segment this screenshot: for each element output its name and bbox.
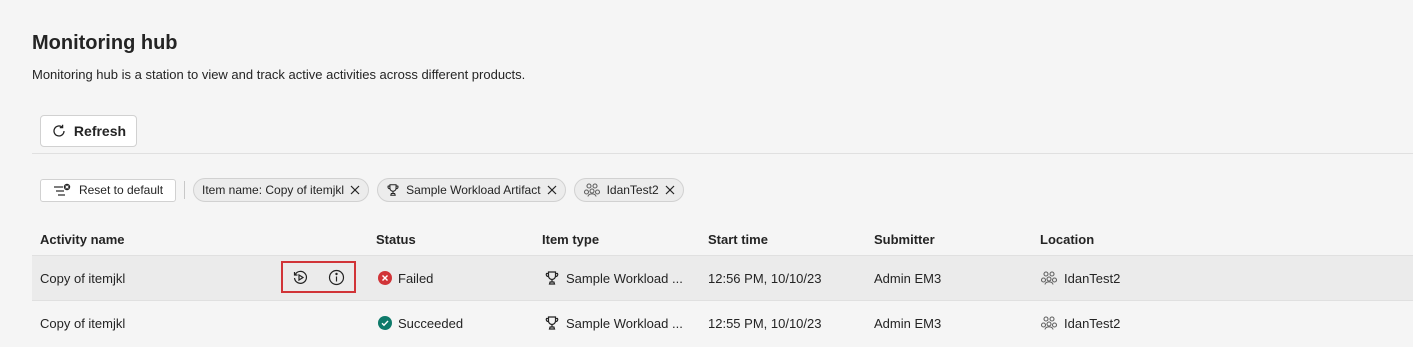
item-type-label: Sample Workload ... <box>566 270 683 286</box>
trophy-icon <box>545 271 559 285</box>
close-icon[interactable] <box>665 185 675 195</box>
table-row[interactable]: Copy of itemjkl Failed Sample Workload .… <box>32 255 1413 300</box>
location-cell[interactable]: IdanTest2 <box>1040 256 1120 300</box>
activity-name-cell[interactable]: Copy of itemjkl <box>40 301 125 345</box>
start-time-cell: 12:55 PM, 10/10/23 <box>708 315 822 331</box>
trophy-icon <box>545 316 559 330</box>
activity-name-cell[interactable]: Copy of itemjkl <box>40 256 125 300</box>
trophy-icon <box>387 184 399 196</box>
filter-chip-location[interactable]: IdanTest2 <box>573 178 684 202</box>
close-icon[interactable] <box>350 185 360 195</box>
table-header: Activity name Status Item type Start tim… <box>32 225 1413 255</box>
rerun-icon[interactable] <box>292 269 309 286</box>
toolbar-divider <box>32 153 1413 154</box>
chip-label: Sample Workload Artifact <box>406 183 541 197</box>
page-subtitle: Monitoring hub is a station to view and … <box>32 67 526 82</box>
column-header-activity-name[interactable]: Activity name <box>40 232 125 247</box>
filter-bar: Reset to default Item name: Copy of item… <box>40 178 692 202</box>
item-type-label: Sample Workload ... <box>566 315 683 331</box>
status-cell: Succeeded <box>378 301 463 345</box>
close-icon[interactable] <box>547 185 557 195</box>
filter-chip-item-type[interactable]: Sample Workload Artifact <box>377 178 566 202</box>
column-header-item-type[interactable]: Item type <box>542 232 599 247</box>
submitter-cell: Admin EM3 <box>874 315 942 331</box>
filter-chip-item-name[interactable]: Item name: Copy of itemjkl <box>193 178 370 202</box>
column-header-status[interactable]: Status <box>376 232 416 247</box>
column-header-submitter[interactable]: Submitter <box>874 232 935 247</box>
item-type-cell: Sample Workload ... <box>544 301 683 345</box>
refresh-label: Refresh <box>73 123 127 139</box>
workspace-icon <box>1040 271 1058 285</box>
reset-label: Reset to default <box>78 183 164 197</box>
refresh-icon <box>53 124 65 137</box>
failed-icon <box>378 271 392 285</box>
workspace-icon <box>583 183 600 197</box>
column-header-location[interactable]: Location <box>1040 232 1094 247</box>
refresh-button[interactable]: Refresh <box>40 115 137 147</box>
start-time-cell: 12:56 PM, 10/10/23 <box>708 270 822 286</box>
succeeded-icon <box>378 316 392 330</box>
location-label: IdanTest2 <box>1064 270 1121 286</box>
chip-label: IdanTest2 <box>606 183 659 197</box>
location-cell[interactable]: IdanTest2 <box>1040 301 1120 345</box>
column-header-start-time[interactable]: Start time <box>708 232 768 247</box>
submitter-cell: Admin EM3 <box>874 270 942 286</box>
location-label: IdanTest2 <box>1064 315 1121 331</box>
filter-reset-icon <box>53 183 71 196</box>
filter-separator <box>184 181 185 199</box>
reset-to-default-button[interactable]: Reset to default <box>40 178 176 202</box>
status-label: Succeeded <box>398 315 464 331</box>
status-label: Failed <box>398 270 434 286</box>
item-type-cell: Sample Workload ... <box>544 256 683 300</box>
table-row[interactable]: Copy of itemjkl Succeeded Sample Workloa… <box>32 300 1413 345</box>
info-icon[interactable] <box>328 269 345 286</box>
row-actions <box>281 261 356 293</box>
activities-table: Activity name Status Item type Start tim… <box>32 225 1413 345</box>
workspace-icon <box>1040 316 1058 330</box>
status-cell: Failed <box>378 256 433 300</box>
page-title: Monitoring hub <box>32 32 178 54</box>
chip-label: Item name: Copy of itemjkl <box>202 183 345 197</box>
